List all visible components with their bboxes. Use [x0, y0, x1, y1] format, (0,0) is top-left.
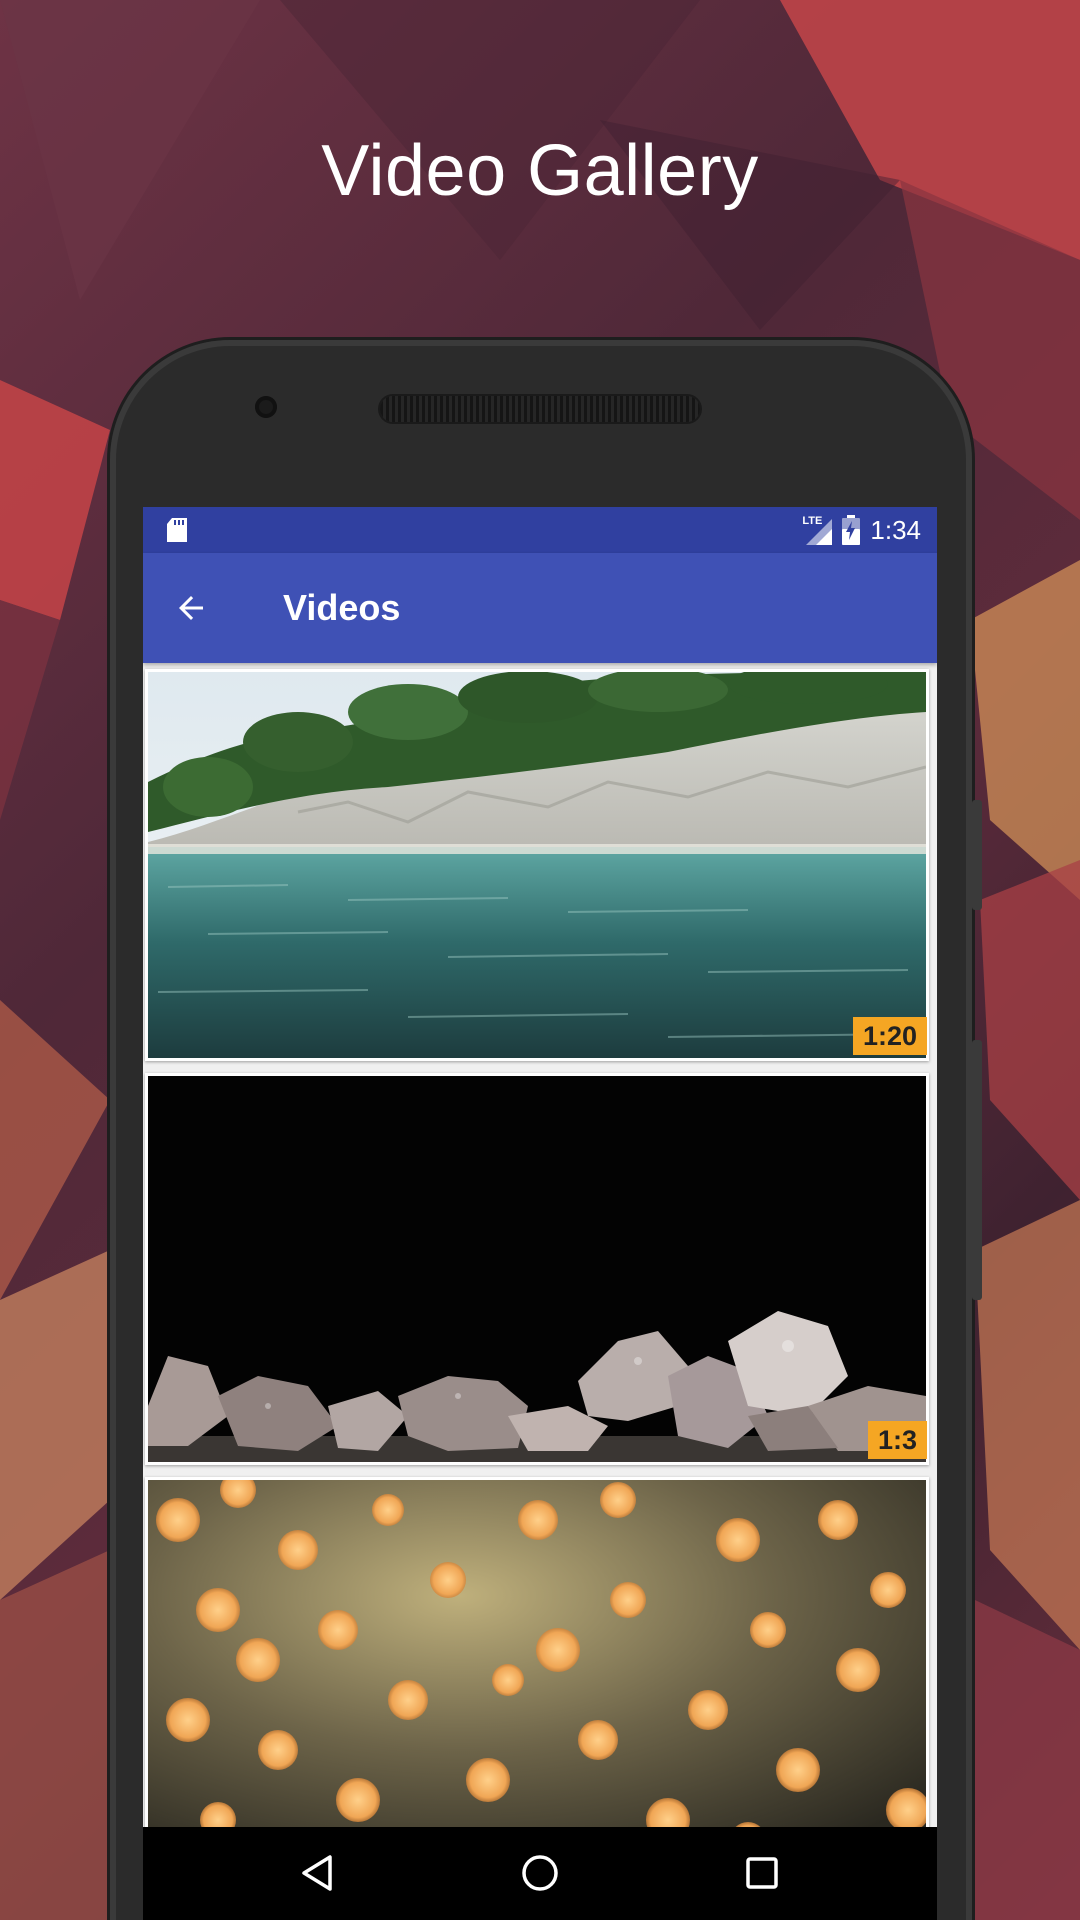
system-nav-bar	[143, 1827, 937, 1920]
sd-card-icon	[167, 518, 187, 542]
device-screen: LTE 1:34 Videos 1:20 1:3	[143, 507, 937, 1920]
front-camera	[255, 396, 277, 418]
video-card[interactable]	[145, 1477, 929, 1869]
arrow-back-icon	[173, 590, 209, 626]
signal-icon: LTE	[802, 515, 833, 545]
nav-back-button[interactable]	[288, 1845, 348, 1905]
back-button[interactable]	[163, 580, 219, 636]
phone-power-button	[972, 800, 982, 910]
status-time: 1:34	[870, 514, 921, 545]
video-thumbnail	[148, 672, 926, 1058]
video-thumbnail	[148, 1076, 926, 1462]
back-triangle-icon	[298, 1853, 338, 1898]
status-bar: LTE 1:34	[143, 507, 937, 553]
video-thumbnail	[148, 1480, 926, 1866]
duration-badge: 1:3	[867, 1421, 927, 1459]
earpiece-speaker	[380, 396, 700, 422]
promo-headline: Video Gallery	[321, 131, 759, 211]
home-circle-icon	[520, 1853, 560, 1898]
duration-badge: 1:20	[852, 1017, 927, 1055]
video-card[interactable]: 1:3	[145, 1073, 929, 1465]
page-title: Videos	[283, 587, 401, 628]
nav-home-button[interactable]	[510, 1845, 570, 1905]
video-card[interactable]: 1:20	[145, 669, 929, 1061]
recents-square-icon	[742, 1853, 782, 1898]
battery-charging-icon	[842, 515, 861, 545]
nav-recents-button[interactable]	[732, 1845, 792, 1905]
app-bar: Videos	[143, 553, 937, 663]
phone-volume-button	[972, 1040, 982, 1300]
